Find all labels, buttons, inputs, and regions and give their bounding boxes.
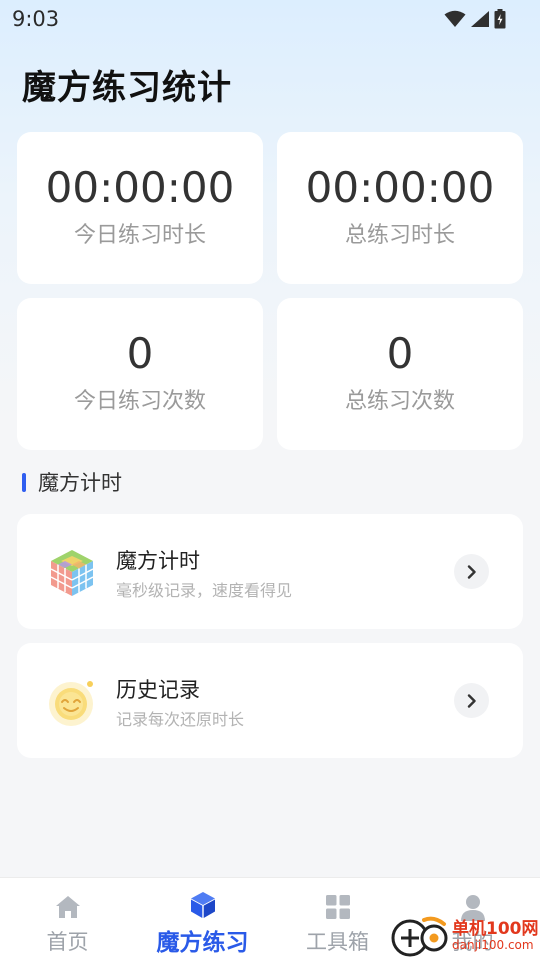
page-title: 魔方练习统计 bbox=[22, 68, 232, 108]
watermark-logo bbox=[391, 916, 448, 957]
stat-card-today-duration: 00:00:00 今日练习时长 bbox=[17, 132, 263, 284]
watermark-name: 单机100网 bbox=[452, 919, 539, 940]
section-accent-bar bbox=[22, 472, 26, 492]
battery-icon bbox=[494, 9, 506, 29]
stat-label: 今日练习时长 bbox=[73, 223, 206, 248]
feature-title: 魔方计时 bbox=[116, 549, 200, 573]
tab-toolbox[interactable]: 工具箱 bbox=[270, 878, 405, 960]
timer-arrow-button[interactable] bbox=[454, 554, 489, 589]
cube-icon bbox=[190, 892, 215, 918]
history-arrow-button[interactable] bbox=[454, 683, 489, 718]
stat-card-total-duration: 00:00:00 总练习时长 bbox=[277, 132, 523, 284]
watermark-text: 单机100网 danji100.com bbox=[452, 920, 539, 952]
status-bar: 9:03 bbox=[0, 0, 540, 38]
tab-home[interactable]: 首页 bbox=[0, 878, 135, 960]
feature-subtitle: 毫秒级记录，速度看得见 bbox=[116, 581, 293, 600]
grid-icon bbox=[325, 895, 350, 919]
tab-cube-practice[interactable]: 魔方练习 bbox=[135, 878, 270, 960]
watermark-url: danji100.com bbox=[452, 937, 534, 952]
stat-card-total-count: 0 总练习次数 bbox=[277, 298, 523, 450]
stat-label: 总练习时长 bbox=[344, 223, 455, 248]
stat-label: 今日练习次数 bbox=[73, 389, 206, 414]
stat-value: 00:00:00 bbox=[305, 163, 495, 212]
stat-value: 00:00:00 bbox=[45, 163, 235, 212]
home-icon bbox=[55, 896, 80, 918]
chevron-right-icon bbox=[467, 693, 476, 708]
tab-label: 魔方练习 bbox=[156, 930, 249, 956]
stat-label: 总练习次数 bbox=[344, 389, 455, 414]
section-title: 魔方计时 bbox=[38, 471, 122, 495]
stat-value: 0 bbox=[126, 329, 154, 378]
chevron-right-icon bbox=[467, 564, 476, 579]
tab-label: 首页 bbox=[46, 930, 89, 954]
feature-title: 历史记录 bbox=[116, 678, 200, 702]
status-icons bbox=[444, 9, 506, 29]
watermark: 单机100网 danji100.com bbox=[390, 912, 540, 960]
status-time: 9:03 bbox=[12, 7, 60, 31]
section-header: 魔方计时 bbox=[22, 467, 122, 497]
feature-card-history[interactable]: 历史记录 记录每次还原时长 bbox=[17, 643, 523, 758]
cell-signal-icon bbox=[471, 11, 489, 27]
rubiks-cube-icon bbox=[50, 550, 94, 596]
tab-label: 工具箱 bbox=[306, 930, 369, 954]
feature-card-timer[interactable]: 魔方计时 毫秒级记录，速度看得见 bbox=[17, 514, 523, 629]
stat-value: 0 bbox=[386, 329, 414, 378]
smiley-sun-icon bbox=[49, 681, 93, 726]
wifi-icon bbox=[444, 10, 466, 27]
feature-subtitle: 记录每次还原时长 bbox=[116, 710, 245, 729]
stat-card-today-count: 0 今日练习次数 bbox=[17, 298, 263, 450]
